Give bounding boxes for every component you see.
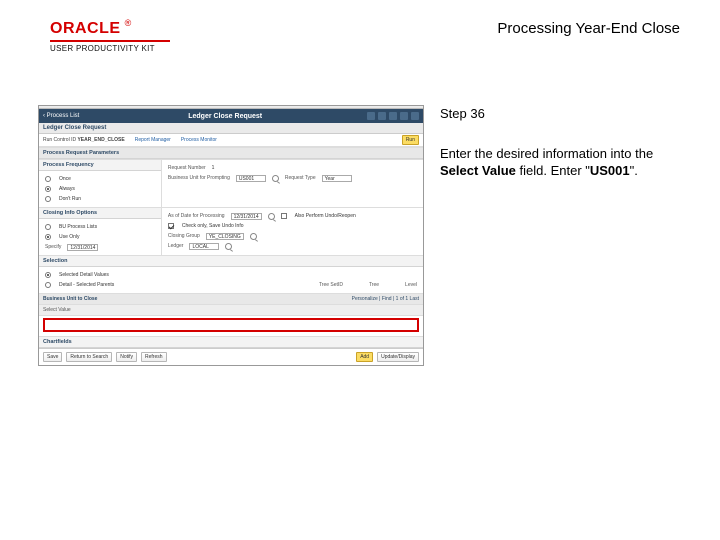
footer-toolbar: Save Return to Search Notify Refresh Add… bbox=[39, 348, 423, 365]
notifications-icon[interactable] bbox=[389, 112, 397, 120]
return-to-search-button[interactable]: Return to Search bbox=[66, 352, 112, 362]
back-to-process-list[interactable]: ‹ Process List bbox=[43, 113, 79, 119]
instr-mid: field. Enter " bbox=[516, 163, 590, 178]
run-control-bar: Run Control ID YEAR_END_CLOSE Report Man… bbox=[39, 134, 423, 147]
ledger-label: Ledger bbox=[168, 243, 184, 249]
navbar-icons bbox=[367, 112, 419, 120]
instr-select-value: Select Value bbox=[440, 163, 516, 178]
closing-group-label: Closing Group bbox=[168, 233, 200, 239]
label-always: Always bbox=[59, 186, 75, 192]
app-screenshot: ‹ Process List Ledger Close Request Ledg… bbox=[38, 105, 424, 366]
app-navbar: ‹ Process List Ledger Close Request bbox=[39, 109, 423, 123]
radio-detail-parents[interactable] bbox=[45, 282, 51, 288]
nav-icon[interactable] bbox=[400, 112, 408, 120]
panel-selection: Selection bbox=[39, 256, 423, 267]
run-button[interactable]: Run bbox=[402, 135, 419, 145]
upk-subtitle: USER PRODUCTIVITY KIT bbox=[50, 44, 170, 53]
menu-icon[interactable] bbox=[411, 112, 419, 120]
instruction-text: Enter the desired information into the S… bbox=[440, 145, 672, 180]
grid-col-tree: Tree bbox=[369, 282, 379, 288]
label-dont-run: Don't Run bbox=[59, 196, 81, 202]
home-icon[interactable] bbox=[367, 112, 375, 120]
search-icon[interactable] bbox=[378, 112, 386, 120]
instr-post: ". bbox=[630, 163, 638, 178]
request-number-label: Request Number bbox=[168, 165, 206, 171]
check-only-label: Check only, Save Undo Info bbox=[182, 223, 244, 229]
instr-pre: Enter the desired information into the bbox=[440, 146, 653, 161]
closing-group-input[interactable]: YE_CLOSING bbox=[206, 233, 244, 240]
lookup-icon[interactable] bbox=[225, 243, 232, 250]
document-title: Processing Year-End Close bbox=[497, 20, 680, 37]
request-number-value: 1 bbox=[212, 165, 215, 171]
radio-process-lists[interactable] bbox=[45, 224, 51, 230]
radio-always[interactable] bbox=[45, 186, 51, 192]
ledger-input[interactable]: LOCAL bbox=[189, 243, 219, 250]
registered-icon: ® bbox=[125, 18, 132, 28]
report-manager-link[interactable]: Report Manager bbox=[135, 137, 171, 143]
label-process-lists: BU Process Lists bbox=[59, 224, 97, 230]
radio-dont-run[interactable] bbox=[45, 196, 51, 202]
add-button[interactable]: Add bbox=[356, 352, 373, 362]
request-type-input[interactable]: Year bbox=[322, 175, 352, 182]
specify-date-label: Specify bbox=[45, 244, 61, 250]
as-of-date-input[interactable]: 12/31/2014 bbox=[231, 213, 262, 220]
oracle-upk-logo: ORACLE ® USER PRODUCTIVITY KIT bbox=[50, 20, 170, 53]
as-of-date-label: As of Date for Processing bbox=[168, 213, 225, 219]
radio-once[interactable] bbox=[45, 176, 51, 182]
check-only-checkbox[interactable] bbox=[168, 223, 174, 229]
calendar-icon[interactable] bbox=[268, 213, 275, 220]
label-selected-detail: Selected Detail Values bbox=[59, 272, 109, 278]
process-monitor-link[interactable]: Process Monitor bbox=[181, 137, 217, 143]
save-button[interactable]: Save bbox=[43, 352, 62, 362]
logo-rule bbox=[50, 40, 170, 42]
select-value-field[interactable] bbox=[43, 318, 419, 332]
panel-chartfields: Chartfields bbox=[39, 337, 423, 348]
update-display-button[interactable]: Update/Display bbox=[377, 352, 419, 362]
instr-us001: US001 bbox=[590, 163, 630, 178]
oracle-wordmark: ORACLE bbox=[50, 20, 121, 38]
radio-selected-detail[interactable] bbox=[45, 272, 51, 278]
undo-checkbox[interactable] bbox=[281, 213, 287, 219]
grid-col-tree-setid: Tree SetID bbox=[319, 282, 343, 288]
select-value-col: Select Value bbox=[43, 307, 71, 313]
request-type-label: Request Type bbox=[285, 175, 316, 181]
run-control-id-value: YEAR_END_CLOSE bbox=[77, 137, 124, 143]
radio-use-only[interactable] bbox=[45, 234, 51, 240]
lookup-icon[interactable] bbox=[272, 175, 279, 182]
panel-process-frequency: Process Frequency bbox=[39, 160, 161, 171]
bu-prompt-input[interactable]: US001 bbox=[236, 175, 266, 182]
specify-date-input[interactable]: 12/31/2014 bbox=[67, 244, 98, 251]
bu-prompt-label: Business Unit for Prompting bbox=[168, 175, 230, 181]
panel-bu-to-close: Business Unit to Close bbox=[43, 296, 97, 302]
lookup-icon[interactable] bbox=[250, 233, 257, 240]
label-detail-parents: Detail - Selected Parents bbox=[59, 282, 114, 288]
notify-button[interactable]: Notify bbox=[116, 352, 137, 362]
breadcrumb: Ledger Close Request bbox=[43, 125, 106, 131]
undo-label: Also Perform Undo/Reopen bbox=[295, 213, 356, 219]
navbar-title: Ledger Close Request bbox=[188, 113, 262, 120]
step-label: Step 36 bbox=[440, 105, 672, 123]
label-use-only: Use Only bbox=[59, 234, 80, 240]
label-once: Once bbox=[59, 176, 71, 182]
breadcrumb-bar: Ledger Close Request bbox=[39, 123, 423, 134]
run-control-id-label: Run Control ID bbox=[43, 137, 76, 143]
grid-col-level: Level bbox=[405, 282, 417, 288]
panel-closing-options: Closing Info Options bbox=[39, 208, 161, 219]
grid-personalize-bar[interactable]: Personalize | Find | 1 of 1 Last bbox=[352, 296, 419, 302]
panel-process-request-parameters: Process Request Parameters bbox=[39, 148, 423, 159]
refresh-button[interactable]: Refresh bbox=[141, 352, 167, 362]
